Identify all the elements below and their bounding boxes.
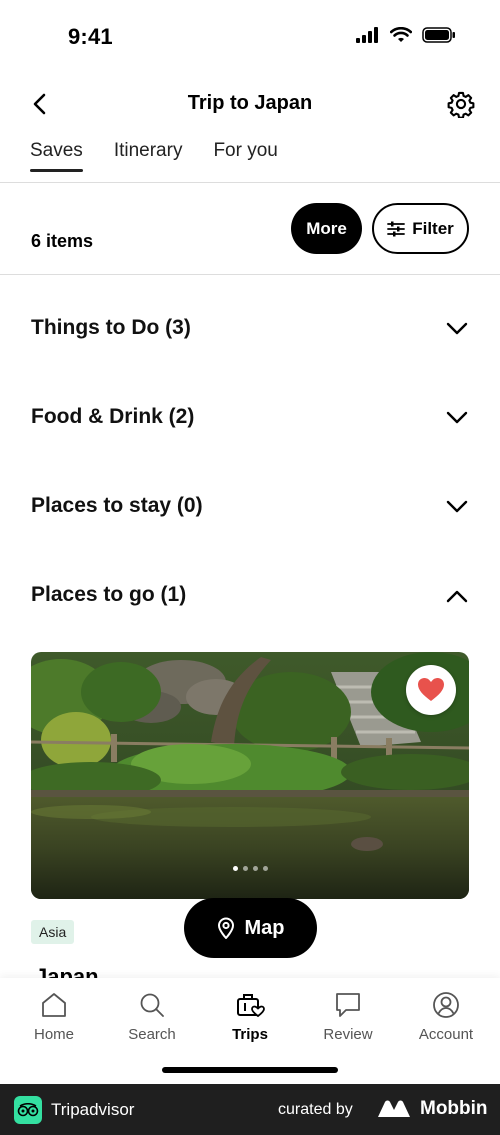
section-places-to-go[interactable]: Places to go (1) (0, 567, 500, 627)
tripadvisor-logo-icon (14, 1096, 42, 1124)
nav-label: Review (323, 1026, 373, 1043)
more-button[interactable]: More (291, 203, 362, 254)
heart-icon (418, 678, 444, 701)
nav-search[interactable]: Search (103, 978, 201, 1058)
footer-curated-by: curated by (278, 1101, 353, 1118)
map-label: Map (244, 916, 285, 939)
toolbar: 6 items More Filter (0, 183, 500, 275)
nav-label: Home (33, 1026, 74, 1043)
status-icons (356, 27, 456, 43)
pager-dot (262, 866, 268, 871)
save-heart-button[interactable] (406, 665, 456, 715)
section-title: Food & Drink (2) (31, 405, 195, 428)
bottom-nav: Home Search Trips Review Account (0, 978, 500, 1084)
pager-dot (232, 866, 238, 871)
header: Trip to Japan (0, 78, 500, 130)
nav-label: Trips (232, 1026, 268, 1043)
map-pin-icon (217, 917, 234, 939)
mobbin-logo-icon (378, 1100, 410, 1117)
tab-itinerary[interactable]: Itinerary (114, 140, 183, 172)
footer-brand: Tripadvisor (51, 1100, 135, 1119)
tab-for-you[interactable]: For you (213, 140, 277, 172)
nav-home[interactable]: Home (5, 978, 103, 1058)
account-icon (431, 990, 461, 1020)
gear-icon (447, 91, 475, 118)
chevron-down-icon (444, 316, 470, 342)
tab-bar: Saves Itinerary For you (30, 140, 278, 172)
image-pager-dots (31, 866, 469, 871)
items-count: 6 items (31, 231, 94, 251)
place-name[interactable]: Japan (35, 964, 99, 978)
wifi-icon (390, 27, 412, 42)
section-title: Places to go (1) (31, 583, 187, 606)
section-title: Places to stay (0) (31, 494, 203, 517)
section-food-drink[interactable]: Food & Drink (2) (0, 389, 500, 449)
nav-review[interactable]: Review (299, 978, 397, 1058)
battery-icon (422, 27, 455, 43)
page-title: Trip to Japan (187, 92, 313, 114)
cellular-signal-icon (356, 27, 378, 43)
garden-pond-photo (31, 652, 469, 899)
filter-label: Filter (412, 218, 454, 238)
trips-icon (235, 990, 265, 1020)
chevron-down-icon (444, 494, 470, 520)
search-icon (137, 990, 167, 1020)
chevron-up-icon (444, 583, 470, 609)
toolbar-divider (0, 274, 500, 275)
settings-button[interactable] (446, 89, 476, 119)
nav-trips[interactable]: Trips (201, 978, 299, 1058)
home-indicator (162, 1067, 338, 1073)
map-button[interactable]: Map (184, 898, 317, 958)
status-time: 9:41 (68, 24, 113, 49)
pager-dot (252, 866, 258, 871)
footer-curator: Mobbin (420, 1098, 488, 1119)
tab-saves[interactable]: Saves (30, 140, 83, 172)
review-icon (333, 990, 363, 1020)
region-tag: Asia (31, 920, 75, 944)
home-icon (39, 990, 69, 1020)
nav-account[interactable]: Account (397, 978, 495, 1058)
status-bar: 9:41 (0, 0, 500, 72)
place-card-image[interactable] (31, 652, 469, 899)
chevron-down-icon (444, 405, 470, 431)
nav-label: Account (418, 1026, 474, 1043)
section-things-to-do[interactable]: Things to Do (3) (0, 300, 500, 360)
filter-button[interactable]: Filter (372, 203, 469, 254)
sliders-icon (387, 221, 406, 236)
section-places-to-stay[interactable]: Places to stay (0) (0, 478, 500, 538)
pager-dot (242, 866, 248, 871)
nav-label: Search (128, 1026, 176, 1043)
attribution-footer: Tripadvisor curated by Mobbin (0, 1084, 500, 1135)
section-title: Things to Do (3) (31, 316, 191, 339)
